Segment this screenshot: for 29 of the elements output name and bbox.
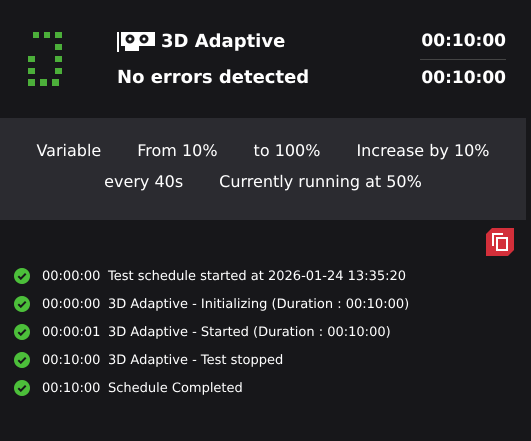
copy-button[interactable] — [486, 228, 514, 256]
log-time: 00:10:00 — [42, 380, 102, 396]
log-message: 3D Adaptive - Test stopped — [108, 352, 284, 368]
log-message: Schedule Completed — [108, 380, 243, 396]
log-message: 3D Adaptive - Initializing (Duration : 00:10:00) — [108, 296, 410, 312]
check-icon — [14, 296, 30, 312]
setting-text: every 40s — [104, 171, 184, 192]
log-time: 00:00:00 — [42, 268, 102, 284]
test-name: 3D Adaptive — [161, 31, 286, 52]
log-time: 00:10:00 — [42, 352, 102, 368]
check-icon — [14, 268, 30, 284]
setting-text: to 100% — [254, 140, 320, 161]
duration-time: 00:10:00 — [421, 66, 506, 90]
graphics-card-icon — [117, 30, 157, 52]
copy-icon — [492, 233, 508, 251]
log-time: 00:00:00 — [42, 296, 102, 312]
log-message: Test schedule started at 2026-01-24 13:35:20 — [108, 268, 406, 284]
check-icon — [14, 352, 30, 368]
elapsed-time: 00:10:00 — [421, 30, 506, 52]
setting-text: Variable — [36, 140, 102, 161]
log-message: 3D Adaptive - Started (Duration : 00:10:00) — [108, 324, 391, 340]
setting-text: Increase by 10% — [356, 140, 490, 161]
progress-spinner-icon — [28, 32, 62, 86]
setting-text: From 10% — [137, 140, 218, 161]
setting-text: Currently running at 50% — [219, 171, 422, 192]
status-text: No errors detected — [117, 66, 310, 88]
log-time: 00:00:01 — [42, 324, 102, 340]
check-icon — [14, 324, 30, 340]
check-icon — [14, 380, 30, 396]
